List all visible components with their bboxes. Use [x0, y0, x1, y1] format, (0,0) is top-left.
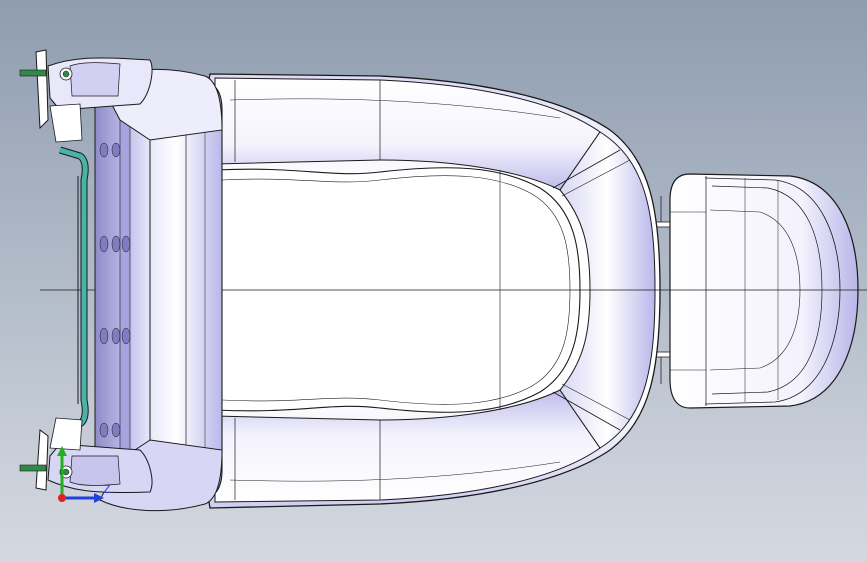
triad-z-label: Z — [103, 483, 111, 496]
headrest[interactable] — [669, 173, 859, 409]
x-axis-origin-icon — [58, 494, 66, 502]
cad-viewport[interactable]: Z — [0, 0, 867, 562]
lower-bolt-icon — [19, 464, 47, 472]
front-rail[interactable] — [58, 146, 89, 436]
seat-model[interactable] — [0, 0, 867, 562]
upper-bolt-icon — [19, 69, 47, 77]
